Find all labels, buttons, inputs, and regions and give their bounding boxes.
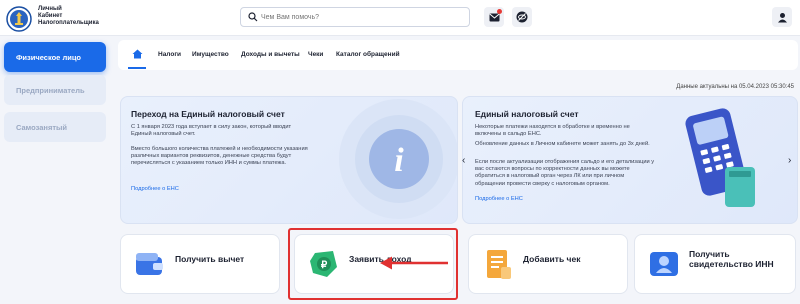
data-timestamp: Данные актуальны на 05.04.2023 05:30:45 <box>676 84 794 90</box>
card-text: Если после актуализации отображения саль… <box>475 159 655 187</box>
info-illustration: i <box>339 99 457 219</box>
user-icon <box>777 12 787 22</box>
card-text: Некоторые платежи находятся в обработке … <box>475 124 630 138</box>
svg-text:i: i <box>394 142 404 179</box>
ens-info-card[interactable]: Единый налоговый счет Некоторые платежи … <box>462 96 798 224</box>
sidebar-item-label: Физическое лицо <box>16 52 82 62</box>
receipt-icon <box>487 250 511 279</box>
main-nav: Налоги Имущество Доходы и вычеты Чеки Ка… <box>118 40 798 70</box>
add-receipt-tile[interactable]: Добавить чек <box>468 234 628 294</box>
brand-line: Личный <box>38 6 62 12</box>
eye-off-icon <box>516 11 528 23</box>
more-about-ens-link[interactable]: Подробнее о ЕНС <box>131 186 179 192</box>
sidebar-item-individual[interactable]: Физическое лицо <box>4 42 106 72</box>
tab-requests-catalog[interactable]: Каталог обращений <box>336 51 400 58</box>
hide-amounts-button[interactable] <box>512 7 532 27</box>
payment-terminal-illustration <box>685 108 755 207</box>
profile-button[interactable] <box>772 7 792 27</box>
tab-receipts[interactable]: Чеки <box>308 51 323 58</box>
tab-property[interactable]: Имущество <box>192 51 229 58</box>
search-box[interactable] <box>240 7 470 27</box>
search-icon <box>248 12 258 22</box>
tab-taxes[interactable]: Налоги <box>158 51 181 58</box>
red-arrow-annotation <box>380 256 448 270</box>
wallet-icon <box>136 253 163 275</box>
card-title: Единый налоговый счет <box>475 109 579 119</box>
card-title: Переход на Единый налоговый счет <box>131 109 285 119</box>
sidebar-item-label: Самозанятый <box>16 122 68 132</box>
card-text: С 1 января 2023 года вступает в силу зак… <box>131 124 292 138</box>
brand-line: Налогоплательщика <box>38 20 99 26</box>
sidebar-item-self-employed[interactable]: Самозанятый <box>4 112 106 142</box>
tile-label: Получить свидетельство ИНН <box>689 249 774 269</box>
id-card-icon <box>650 252 678 276</box>
get-deduction-tile[interactable]: Получить вычет <box>120 234 280 294</box>
ens-transition-card[interactable]: Переход на Единый налоговый счет С 1 янв… <box>120 96 458 224</box>
brand-title: Личный Кабинет Налогоплательщика <box>38 6 118 27</box>
card-text: Вместо большого количества платежей и не… <box>131 146 308 167</box>
search-input[interactable] <box>261 11 461 24</box>
fns-logo[interactable] <box>6 6 32 32</box>
home-icon[interactable] <box>132 49 143 59</box>
sidebar-item-label: Предприниматель <box>16 85 85 95</box>
tile-label: Добавить чек <box>523 254 581 264</box>
card-text: Обновление данных в Личном кабинете може… <box>475 141 650 147</box>
top-header: Личный Кабинет Налогоплательщика <box>0 0 800 36</box>
tab-income-deductions[interactable]: Доходы и вычеты <box>241 51 300 58</box>
tile-label: Получить вычет <box>175 254 245 264</box>
notification-dot <box>497 9 502 14</box>
carousel-next-arrow[interactable]: › <box>788 155 791 166</box>
more-about-ens-link[interactable]: Подробнее о ЕНС <box>475 196 523 202</box>
sidebar-item-entrepreneur[interactable]: Предприниматель <box>4 75 106 105</box>
messages-button[interactable] <box>484 7 504 27</box>
inn-certificate-tile[interactable]: Получить свидетельство ИНН <box>634 234 796 294</box>
active-tab-indicator <box>128 67 146 69</box>
carousel-prev-arrow[interactable]: ‹ <box>462 155 465 166</box>
brand-line: Кабинет <box>38 13 63 19</box>
